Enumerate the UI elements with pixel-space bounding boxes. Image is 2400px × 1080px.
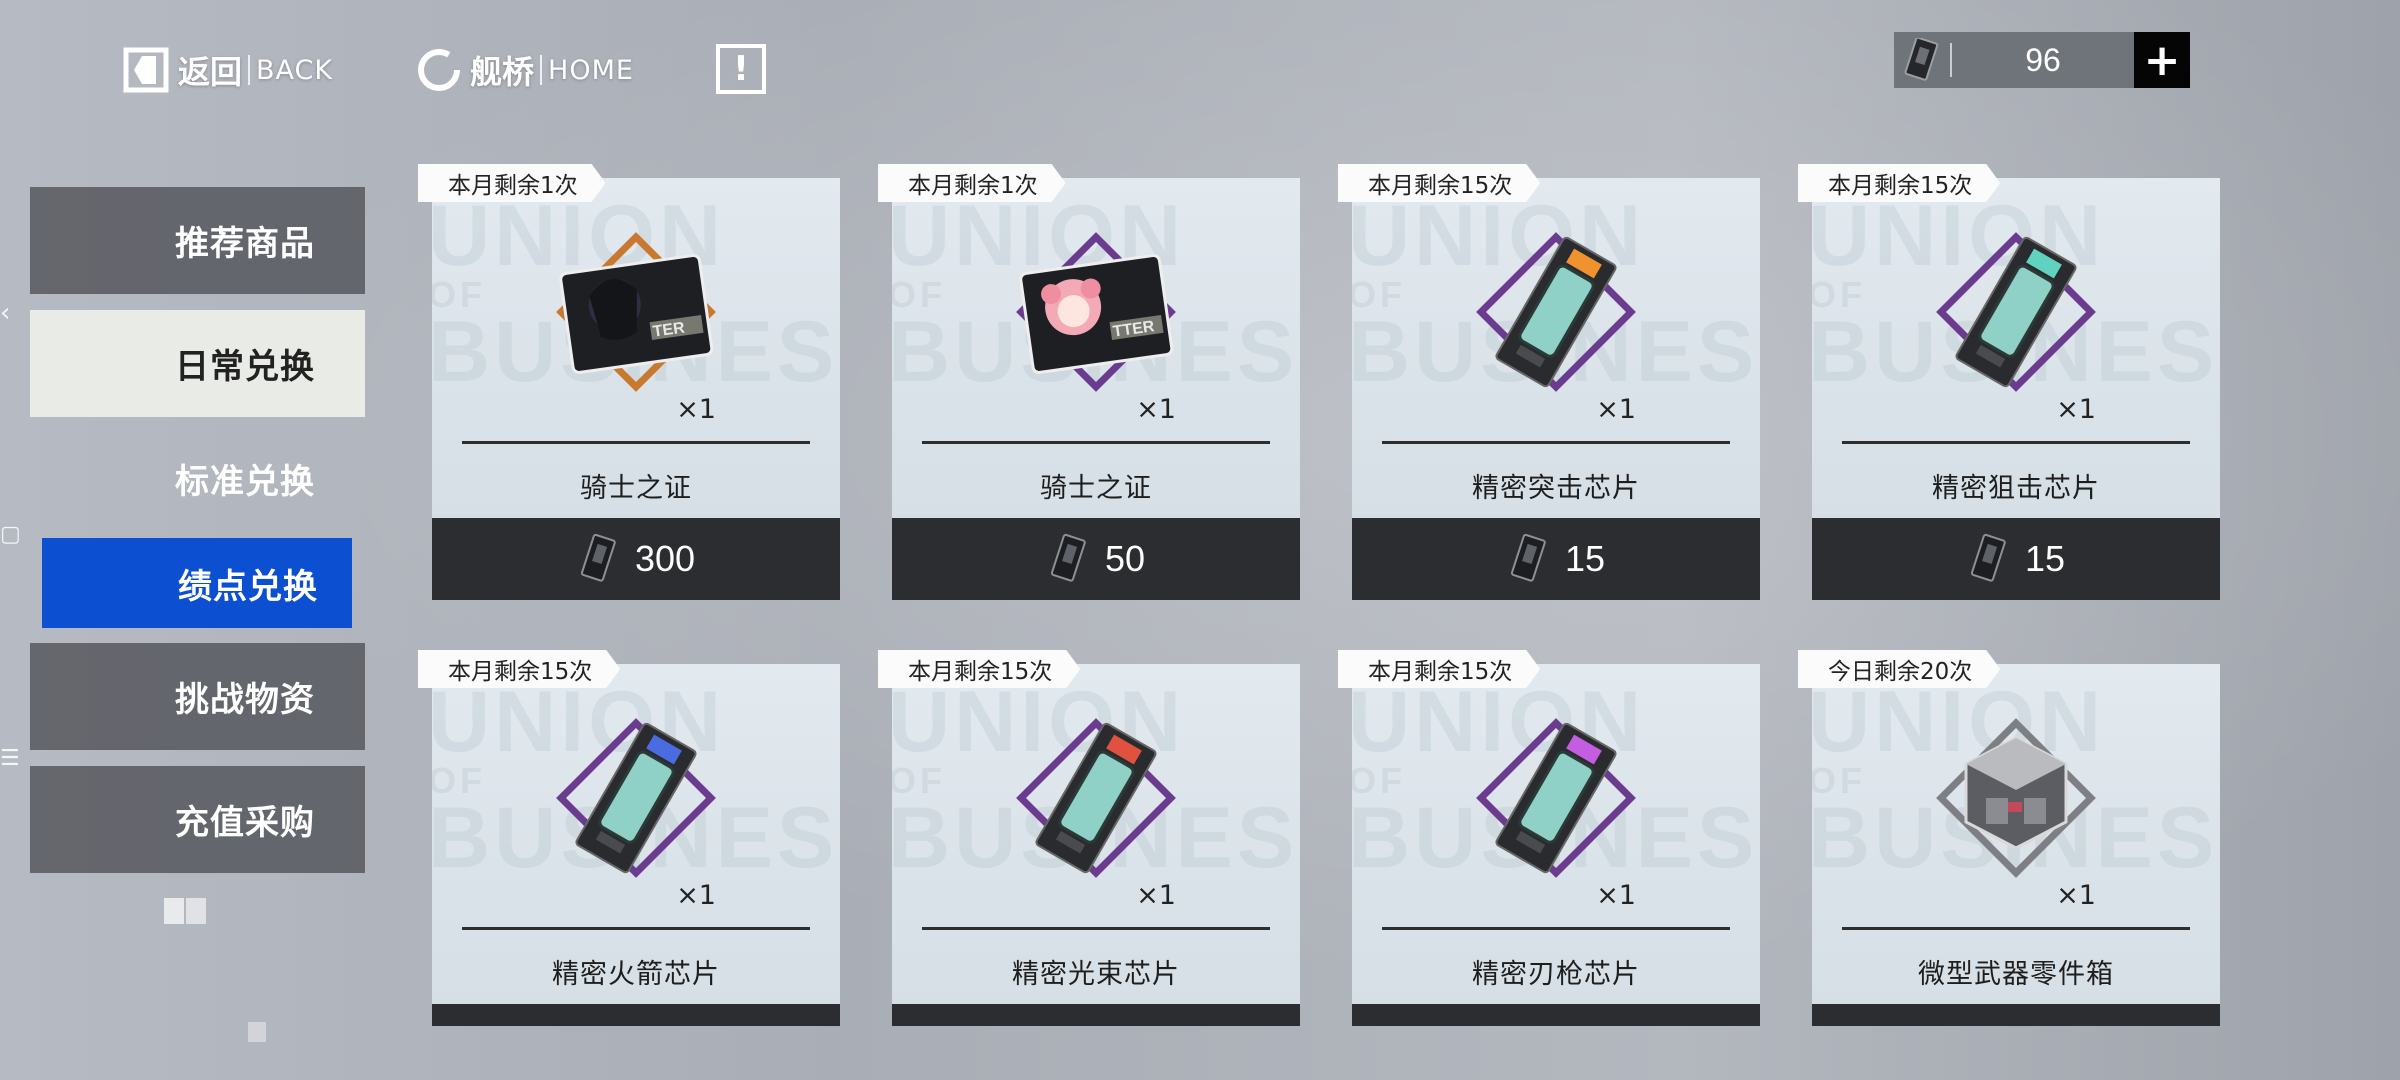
item-panel: UNIONOFBUSINESS ×1 精密刃枪芯片 bbox=[1352, 664, 1760, 1004]
purchase-limit-badge: 本月剩余15次 bbox=[1798, 164, 2000, 202]
add-currency-button[interactable]: + bbox=[2134, 32, 2190, 88]
item-quantity: ×1 bbox=[676, 880, 716, 911]
home-label-en: HOME bbox=[548, 54, 634, 86]
chip-currency-icon bbox=[1970, 533, 2006, 582]
item-name: 精密刃枪芯片 bbox=[1472, 959, 1640, 990]
item-panel: UNIONOFBUSINESS ×1 精密狙击芯片 bbox=[1812, 178, 2220, 518]
purchase-limit-badge: 本月剩余15次 bbox=[878, 650, 1080, 688]
menu-item-daily-exchange[interactable]: 日常兑换 bbox=[30, 310, 365, 417]
item-divider bbox=[462, 441, 810, 444]
item-panel: UNIONOFBUSINESS ×1 精密突击芯片 bbox=[1352, 178, 1760, 518]
price-bar[interactable] bbox=[892, 1004, 1300, 1026]
item-quantity: ×1 bbox=[2056, 394, 2096, 425]
item-name: 精密光束芯片 bbox=[1012, 959, 1180, 990]
purchase-limit-badge: 本月剩余15次 bbox=[1338, 650, 1540, 688]
item-quantity: ×1 bbox=[676, 394, 716, 425]
top-navigation: 返回 BACK 舰桥 HOME ! 96 + bbox=[0, 0, 2400, 120]
rocket-chip-icon bbox=[556, 718, 716, 878]
item-panel: UNIONOFBUSINESS TER ×1 骑士之证 bbox=[432, 178, 840, 518]
sniper-chip-icon bbox=[1936, 232, 2096, 392]
item-price: 50 bbox=[1104, 538, 1146, 579]
currency-value: 96 bbox=[2025, 41, 2061, 78]
home-label-zh: 舰桥 bbox=[470, 53, 535, 91]
chip-currency-icon bbox=[1894, 32, 1950, 88]
item-quantity: ×1 bbox=[2056, 880, 2096, 911]
square-outline-icon: ▢ bbox=[0, 522, 21, 547]
item-price: 15 bbox=[2024, 538, 2066, 579]
menu-item-standard-exchange[interactable]: 标准兑换 bbox=[30, 430, 365, 527]
back-separator bbox=[248, 55, 251, 85]
beam-chip-icon bbox=[1016, 718, 1176, 878]
item-divider bbox=[462, 927, 810, 930]
decor-square bbox=[164, 898, 184, 924]
item-name: 微型武器零件箱 bbox=[1918, 959, 2114, 990]
chip-currency-icon bbox=[1510, 533, 1546, 582]
item-price: 300 bbox=[634, 538, 696, 579]
home-separator bbox=[540, 55, 543, 85]
menu-item-recommended[interactable]: 推荐商品 bbox=[30, 187, 365, 294]
purchase-limit-badge: 本月剩余1次 bbox=[878, 164, 1066, 202]
purchase-limit-badge: 本月剩余1次 bbox=[418, 164, 606, 202]
item-divider bbox=[922, 441, 1270, 444]
back-button[interactable]: 返回 BACK bbox=[122, 40, 333, 100]
item-name: 精密狙击芯片 bbox=[1932, 473, 2100, 504]
item-name: 骑士之证 bbox=[1040, 473, 1152, 504]
chip-currency-icon bbox=[1050, 533, 1086, 582]
home-ring-icon bbox=[418, 49, 460, 91]
menu-item-recharge-purchase[interactable]: 充值采购 bbox=[30, 766, 365, 873]
menu-lines-icon: ☰ bbox=[0, 746, 20, 771]
menu-item-challenge-supplies[interactable]: 挑战物资 bbox=[30, 643, 365, 750]
price-bar[interactable] bbox=[1352, 1004, 1760, 1026]
home-button[interactable]: 舰桥 HOME bbox=[414, 40, 634, 100]
exclamation-icon: ! bbox=[733, 49, 749, 89]
price-bar[interactable]: 15 bbox=[1352, 518, 1760, 600]
back-label-en: BACK bbox=[256, 54, 334, 86]
item-panel: UNIONOFBUSINESS ×1 微型武器零件箱 bbox=[1812, 664, 2220, 1004]
item-panel: UNIONOFBUSINESS TTER ×1 骑士之证 bbox=[892, 178, 1300, 518]
menu-item-credit-exchange[interactable]: 绩点兑换 bbox=[42, 538, 352, 628]
item-divider bbox=[1382, 441, 1730, 444]
item-divider bbox=[1842, 441, 2190, 444]
decor-square bbox=[248, 1022, 266, 1042]
blade-gun-chip-icon bbox=[1476, 718, 1636, 878]
back-label-zh: 返回 bbox=[178, 53, 243, 91]
item-price: 15 bbox=[1564, 538, 1606, 579]
weapon-parts-box-icon bbox=[1936, 718, 2096, 878]
chevron-left-icon: ‹ bbox=[0, 298, 11, 328]
item-name: 精密突击芯片 bbox=[1472, 473, 1640, 504]
price-bar[interactable] bbox=[432, 1004, 840, 1026]
purchase-limit-badge: 本月剩余15次 bbox=[418, 650, 620, 688]
item-panel: UNIONOFBUSINESS ×1 精密光束芯片 bbox=[892, 664, 1300, 1004]
item-divider bbox=[1842, 927, 2190, 930]
purchase-limit-badge: 本月剩余15次 bbox=[1338, 164, 1540, 202]
item-quantity: ×1 bbox=[1596, 880, 1636, 911]
knight-card-dark-icon: TER bbox=[556, 232, 716, 392]
price-bar[interactable]: 15 bbox=[1812, 518, 2220, 600]
item-quantity: ×1 bbox=[1136, 880, 1176, 911]
purchase-limit-badge: 今日剩余20次 bbox=[1798, 650, 2000, 688]
decor-square bbox=[186, 898, 206, 924]
price-bar[interactable]: 50 bbox=[892, 518, 1300, 600]
item-divider bbox=[922, 927, 1270, 930]
price-bar[interactable]: 300 bbox=[432, 518, 840, 600]
assault-chip-icon bbox=[1476, 232, 1636, 392]
knight-card-pink-icon: TTER bbox=[1016, 232, 1176, 392]
notice-button[interactable]: ! bbox=[716, 44, 766, 94]
item-panel: UNIONOFBUSINESS ×1 精密火箭芯片 bbox=[432, 664, 840, 1004]
item-quantity: ×1 bbox=[1596, 394, 1636, 425]
price-bar[interactable] bbox=[1812, 1004, 2220, 1026]
item-name: 骑士之证 bbox=[580, 473, 692, 504]
item-quantity: ×1 bbox=[1136, 394, 1176, 425]
item-name: 精密火箭芯片 bbox=[552, 959, 720, 990]
chip-currency-icon bbox=[580, 533, 616, 582]
back-arrow-icon bbox=[123, 47, 169, 93]
item-divider bbox=[1382, 927, 1730, 930]
currency-counter: 96 + bbox=[1894, 32, 2190, 88]
